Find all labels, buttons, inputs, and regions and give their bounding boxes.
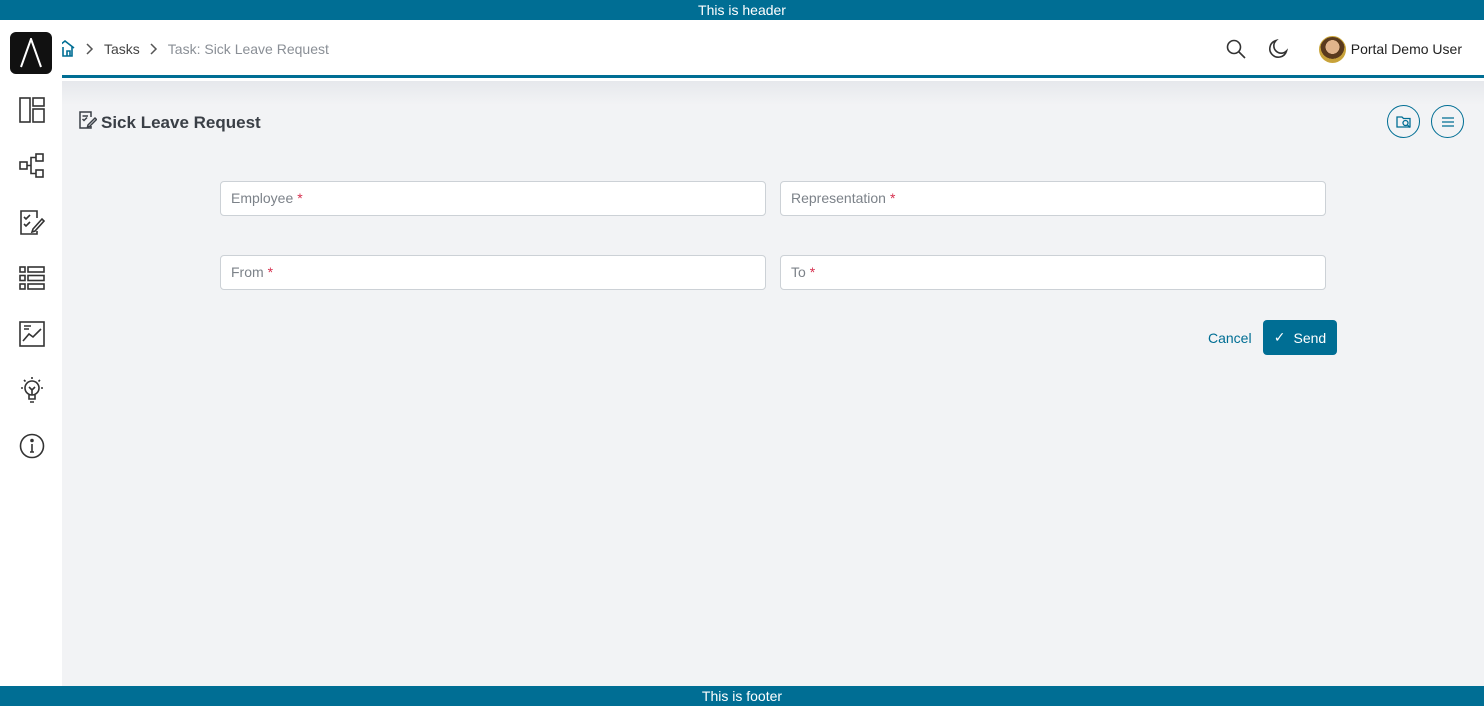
statistics-icon[interactable] xyxy=(16,318,48,350)
avatar xyxy=(1318,35,1346,63)
page-title: Sick Leave Request xyxy=(101,112,261,132)
breadcrumb: Tasks Task: Sick Leave Request xyxy=(62,20,329,78)
required-marker: * xyxy=(267,264,274,280)
chevron-right-icon xyxy=(86,43,94,55)
search-icon[interactable] xyxy=(1221,34,1251,64)
to-date-field[interactable]: To * xyxy=(780,255,1326,290)
send-label: Send xyxy=(1293,329,1327,346)
process-icon[interactable] xyxy=(16,150,48,182)
representation-label: Representation xyxy=(791,190,886,206)
shadow xyxy=(62,81,1484,105)
sidebar xyxy=(0,20,62,686)
main-content: Sick Leave Request Employee * Representat… xyxy=(62,81,1484,686)
cancel-button[interactable]: Cancel xyxy=(1208,330,1252,346)
footer-banner: This is footer xyxy=(0,686,1484,706)
required-marker: * xyxy=(297,190,303,206)
page-header: Sick Leave Request xyxy=(79,111,261,134)
home-icon[interactable] xyxy=(62,39,76,59)
case-details-button[interactable] xyxy=(1387,105,1420,138)
required-marker: * xyxy=(809,264,816,280)
user-name: Portal Demo User xyxy=(1350,41,1462,57)
breadcrumb-tasks[interactable]: Tasks xyxy=(104,41,140,57)
send-button[interactable]: ✓ Send xyxy=(1263,320,1337,355)
dashboard-icon[interactable] xyxy=(16,94,48,126)
list-icon[interactable] xyxy=(16,262,48,294)
employee-field[interactable]: Employee * xyxy=(220,181,766,216)
logo-icon[interactable] xyxy=(10,32,52,74)
to-label: To xyxy=(791,264,806,280)
topbar-actions: Portal Demo User xyxy=(1221,20,1484,78)
lightbulb-icon[interactable] xyxy=(16,374,48,406)
task-list-icon[interactable] xyxy=(16,206,48,238)
check-icon: ✓ xyxy=(1273,329,1286,345)
chevron-right-icon xyxy=(150,43,158,55)
menu-button[interactable] xyxy=(1431,105,1464,138)
dark-mode-icon[interactable] xyxy=(1263,34,1293,64)
user-menu[interactable]: Portal Demo User xyxy=(1318,35,1462,63)
info-icon[interactable] xyxy=(16,430,48,462)
topbar: Tasks Task: Sick Leave Request Portal De… xyxy=(62,20,1484,78)
from-date-field[interactable]: From * xyxy=(220,255,766,290)
employee-label: Employee xyxy=(231,190,294,206)
representation-field[interactable]: Representation * xyxy=(780,181,1326,216)
task-edit-icon xyxy=(79,111,98,134)
header-banner: This is header xyxy=(0,0,1484,20)
required-marker: * xyxy=(889,190,896,206)
from-label: From xyxy=(231,264,264,280)
breadcrumb-current: Task: Sick Leave Request xyxy=(167,41,329,57)
